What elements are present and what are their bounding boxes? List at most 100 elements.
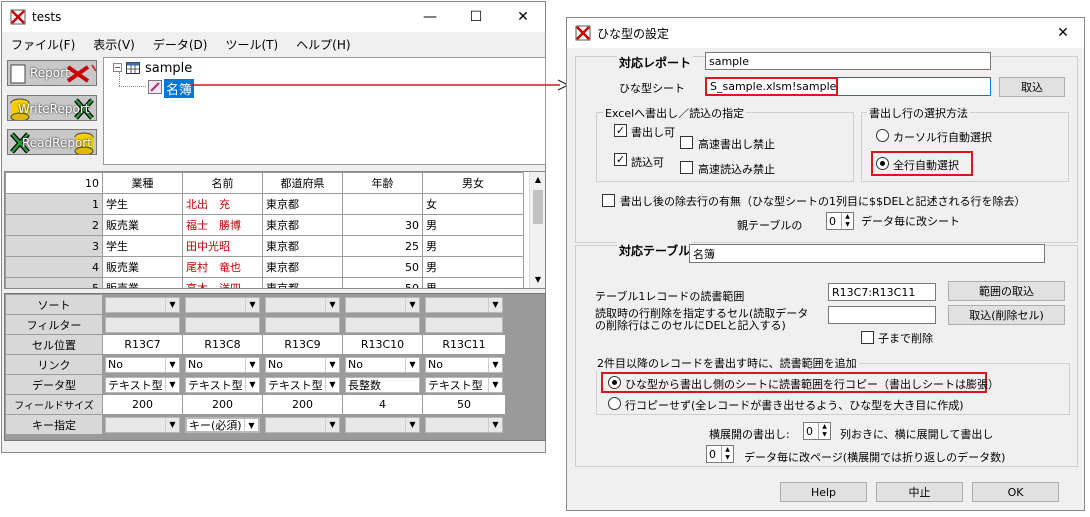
menu-file[interactable]: ファイル(F) <box>2 36 84 53</box>
col-header[interactable]: 名前 <box>182 172 263 194</box>
vertical-scrollbar[interactable]: ▲ ▼ <box>529 172 545 288</box>
key-dropdown[interactable]: ▼ <box>105 416 180 433</box>
report-field[interactable]: sample <box>705 52 991 70</box>
sort-dropdown[interactable]: ▼ <box>105 296 180 313</box>
key-dropdown[interactable]: ▼ <box>425 416 503 433</box>
cell[interactable]: 販売業 <box>102 214 183 236</box>
scroll-thumb[interactable] <box>533 190 543 224</box>
table-row[interactable]: 5 販売業 高木 洋四 東京都 50 男 <box>5 277 524 288</box>
menu-data[interactable]: データ(D) <box>144 36 217 53</box>
scroll-down-arrow[interactable]: ▼ <box>530 272 545 288</box>
sort-dropdown[interactable]: ▼ <box>265 296 340 313</box>
cell-position[interactable]: R13C7 <box>102 334 183 355</box>
cell[interactable]: 50 <box>342 277 423 288</box>
datatype-dropdown[interactable]: テキスト型 ▼ <box>105 376 180 393</box>
remove-rows-checkbox[interactable] <box>602 194 615 207</box>
key-dropdown[interactable]: ▼ <box>265 416 340 433</box>
menu-view[interactable]: 表示(V) <box>84 36 144 53</box>
cell[interactable]: 男 <box>422 256 524 278</box>
cell[interactable]: 東京都 <box>262 193 343 215</box>
sort-dropdown[interactable]: ▼ <box>425 296 503 313</box>
menu-tools[interactable]: ツール(T) <box>216 36 287 53</box>
cell[interactable]: 50 <box>342 256 423 278</box>
field-size[interactable]: 200 <box>262 394 343 415</box>
col-header[interactable]: 年齢 <box>342 172 423 194</box>
parent-sheet-spinner[interactable]: 0 ▲ ▼ <box>826 212 854 230</box>
cursor-auto-radio[interactable] <box>876 129 889 142</box>
cell[interactable]: 東京都 <box>262 256 343 278</box>
cell[interactable]: 30 <box>342 214 423 236</box>
scroll-up-arrow[interactable]: ▲ <box>530 172 545 188</box>
cell[interactable]: 東京都 <box>262 235 343 257</box>
cell-position[interactable]: R13C10 <box>342 334 423 355</box>
link-dropdown[interactable]: No ▼ <box>425 356 503 373</box>
no-copy-radio[interactable] <box>608 397 621 410</box>
table-row[interactable]: 4 販売業 尾村 竜也 東京都 50 男 <box>5 256 524 278</box>
range-import-button[interactable]: 範囲の取込 <box>948 281 1065 301</box>
tree-collapse-toggle[interactable]: − <box>113 63 122 72</box>
key-dropdown-required[interactable]: キー(必須) ▼ <box>185 416 260 433</box>
table-row[interactable]: 1 学生 北出 充 東京都 女 <box>5 193 524 215</box>
table-field[interactable]: 名簿 <box>689 244 1045 263</box>
datatype-dropdown[interactable]: テキスト型 ▼ <box>425 376 503 393</box>
filter-field[interactable] <box>265 316 340 333</box>
spinner-arrows-icon[interactable]: ▲ ▼ <box>841 213 853 229</box>
field-size[interactable]: 50 <box>422 394 506 415</box>
spinner-arrows-icon[interactable]: ▲ ▼ <box>818 423 830 439</box>
range-field[interactable]: R13C7:R13C11 <box>828 283 936 301</box>
key-dropdown[interactable]: ▼ <box>345 416 420 433</box>
report-button[interactable]: Report <box>7 60 97 86</box>
page-break-spinner[interactable]: 0 ▲ ▼ <box>706 445 734 463</box>
ok-button[interactable]: OK <box>972 482 1059 502</box>
link-dropdown[interactable]: No ▼ <box>265 356 340 373</box>
link-dropdown[interactable]: No ▼ <box>345 356 420 373</box>
col-header[interactable]: 男女 <box>422 172 524 194</box>
cell[interactable]: 学生 <box>102 193 183 215</box>
child-delete-checkbox[interactable] <box>861 331 874 344</box>
cell[interactable]: 学生 <box>102 235 183 257</box>
write-allowed-checkbox[interactable]: ✓ <box>614 124 627 137</box>
cell[interactable]: 女 <box>422 193 524 215</box>
close-button[interactable]: ✕ <box>500 2 546 32</box>
sort-dropdown[interactable]: ▼ <box>345 296 420 313</box>
tree-root-sample[interactable]: sample <box>145 61 192 76</box>
filter-field[interactable] <box>185 316 260 333</box>
template-value-highlight[interactable]: S_sample.xlsm!sample <box>705 77 838 96</box>
fast-write-checkbox[interactable] <box>680 136 693 149</box>
filter-field[interactable] <box>105 316 180 333</box>
table-row[interactable]: 2 販売業 福士 勝博 東京都 30 男 <box>5 214 524 236</box>
table-row[interactable]: 3 学生 田中光昭 東京都 25 男 <box>5 235 524 257</box>
col-header[interactable]: 都道府県 <box>262 172 343 194</box>
cell[interactable]: 北出 充 <box>182 193 263 215</box>
cell[interactable]: 男 <box>422 214 524 236</box>
cell[interactable]: 販売業 <box>102 277 183 288</box>
cell[interactable]: 田中光昭 <box>182 235 263 257</box>
cell[interactable]: 福士 勝博 <box>182 214 263 236</box>
field-size[interactable]: 4 <box>342 394 423 415</box>
menu-help[interactable]: ヘルプ(H) <box>287 36 359 53</box>
field-size[interactable]: 200 <box>182 394 263 415</box>
cell[interactable]: 尾村 竜也 <box>182 256 263 278</box>
read-report-button[interactable]: ReadReport <box>7 129 97 155</box>
col-header[interactable]: 業種 <box>102 172 183 194</box>
import-button[interactable]: 取込 <box>999 77 1065 97</box>
filter-field[interactable] <box>345 316 420 333</box>
cell-position[interactable]: R13C11 <box>422 334 506 355</box>
cell[interactable]: 東京都 <box>262 214 343 236</box>
sort-dropdown[interactable]: ▼ <box>185 296 260 313</box>
read-allowed-checkbox[interactable]: ✓ <box>614 153 627 166</box>
cell[interactable]: 25 <box>342 235 423 257</box>
minimize-button[interactable]: — <box>407 2 453 32</box>
help-button[interactable]: Help <box>780 482 867 502</box>
cell[interactable] <box>342 193 423 215</box>
maximize-button[interactable]: ☐ <box>453 2 499 32</box>
cell[interactable]: 東京都 <box>262 277 343 288</box>
datatype-dropdown[interactable]: テキスト型 ▼ <box>265 376 340 393</box>
link-dropdown[interactable]: No ▼ <box>185 356 260 373</box>
field-size[interactable]: 200 <box>102 394 183 415</box>
fast-read-checkbox[interactable] <box>680 161 693 174</box>
spinner-arrows-icon[interactable]: ▲ ▼ <box>721 446 733 462</box>
link-dropdown[interactable]: No ▼ <box>105 356 180 373</box>
import-delete-cell-button[interactable]: 取込(削除セル) <box>948 305 1065 325</box>
all-auto-radio[interactable] <box>876 157 889 170</box>
